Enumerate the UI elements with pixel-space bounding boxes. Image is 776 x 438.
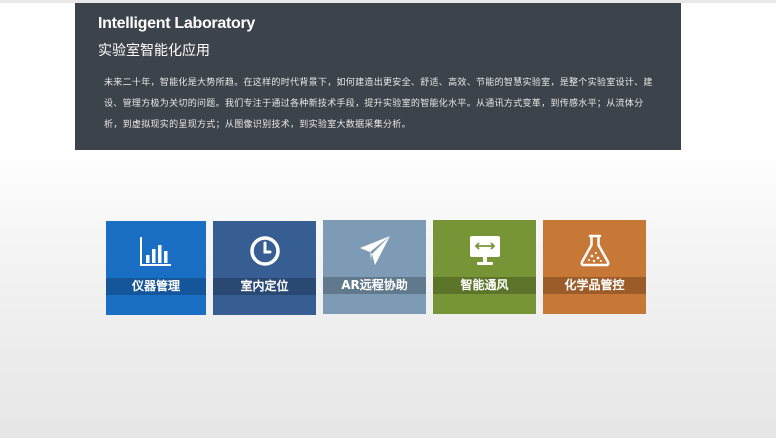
tile-label: 化学品管控 [564, 278, 625, 292]
tile-ar-remote-assist[interactable]: AR远程协助 [323, 220, 426, 314]
paper-plane-icon [357, 232, 393, 268]
banner-title-cn: 实验室智能化应用 [98, 43, 210, 59]
tile-instrument-management[interactable]: 仪器管理 [106, 221, 206, 315]
tile-label: 智能通风 [460, 278, 509, 292]
clock-icon [247, 233, 283, 269]
tile-label: AR远程协助 [341, 278, 408, 292]
tile-smart-ventilation[interactable]: 智能通风 [433, 220, 536, 314]
banner-description: 未来二十年，智能化是大势所趋。在这样的时代背景下，如何建造出更安全、舒适、高效、… [104, 78, 653, 130]
bar-chart-icon [138, 233, 174, 269]
tile-label: 仪器管理 [131, 279, 180, 293]
flask-icon [577, 232, 613, 268]
monitor-icon [467, 232, 503, 268]
tile-label: 室内定位 [240, 279, 289, 293]
banner-title-en: Intelligent Laboratory [98, 15, 255, 32]
tile-indoor-positioning[interactable]: 室内定位 [213, 221, 316, 315]
tile-chemical-control[interactable]: 化学品管控 [543, 220, 646, 314]
intro-banner: Intelligent Laboratory 实验室智能化应用 未来二十年，智能… [75, 3, 681, 150]
